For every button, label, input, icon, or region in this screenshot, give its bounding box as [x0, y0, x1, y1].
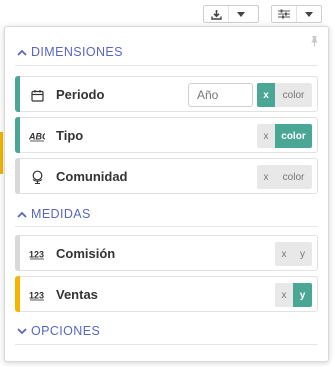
svg-text:123: 123	[29, 291, 44, 301]
dimension-card-periodo[interactable]: Periodo Año x color	[15, 76, 318, 112]
chevron-up-icon	[15, 45, 29, 59]
divider	[15, 344, 318, 345]
accent-bar	[15, 117, 20, 153]
axis-toggle: x y	[275, 242, 312, 266]
accent-bar	[15, 76, 20, 112]
x-toggle[interactable]: x	[275, 283, 293, 307]
axis-toggle: x color	[257, 124, 312, 148]
section-dimensiones[interactable]: DIMENSIONES	[15, 42, 123, 62]
number-icon: 123	[29, 246, 45, 262]
measure-card-comision[interactable]: 123 Comisión x y	[15, 235, 318, 271]
x-toggle[interactable]: x	[275, 242, 293, 266]
section-medidas[interactable]: MEDIDAS	[15, 204, 91, 224]
chevron-up-icon	[15, 207, 29, 221]
section-label: OPCIONES	[31, 324, 101, 338]
x-toggle[interactable]: x	[257, 165, 275, 189]
x-toggle[interactable]: x	[257, 124, 275, 148]
period-granularity-field[interactable]: Año	[188, 83, 253, 107]
pin-icon[interactable]	[308, 34, 320, 52]
field-label: Comisión	[56, 246, 116, 261]
field-label: Periodo	[56, 87, 105, 102]
measure-card-ventas[interactable]: 123 Ventas x y	[15, 276, 318, 312]
divider	[15, 65, 318, 66]
chevron-down-icon	[15, 324, 29, 338]
globe-icon	[29, 169, 45, 185]
section-opciones[interactable]: OPCIONES	[15, 321, 100, 341]
axis-toggle: x color	[257, 83, 312, 107]
field-label: Tipo	[56, 128, 84, 143]
axis-toggle: x color	[257, 165, 312, 189]
accent-bar	[15, 235, 20, 271]
abc-icon: ABC	[29, 128, 45, 144]
sliders-icon	[272, 6, 296, 22]
accent-bar	[15, 276, 20, 312]
section-label: MEDIDAS	[31, 207, 91, 221]
calendar-icon	[29, 87, 45, 103]
background-accent	[0, 132, 3, 174]
number-icon: 123	[29, 287, 45, 303]
download-icon	[204, 6, 228, 22]
divider	[15, 226, 318, 227]
section-label: DIMENSIONES	[31, 45, 123, 59]
field-label: Comunidad	[56, 169, 128, 184]
caret-down-icon[interactable]	[228, 6, 252, 22]
accent-bar	[15, 158, 20, 194]
color-toggle[interactable]: color	[275, 83, 312, 107]
svg-text:123: 123	[29, 250, 44, 260]
x-toggle[interactable]: x	[257, 83, 275, 107]
settings-button[interactable]	[271, 5, 322, 23]
download-button[interactable]	[203, 5, 259, 23]
dimension-card-comunidad[interactable]: Comunidad x color	[15, 158, 318, 194]
field-label: Ventas	[56, 287, 98, 302]
svg-text:ABC: ABC	[29, 132, 45, 142]
toolbar	[0, 0, 335, 28]
field-config-panel: DIMENSIONES Periodo Año x color ABC Tipo…	[4, 26, 329, 362]
y-toggle[interactable]: y	[293, 242, 312, 266]
y-toggle[interactable]: y	[293, 283, 312, 307]
caret-down-icon[interactable]	[296, 6, 320, 22]
axis-toggle: x y	[275, 283, 312, 307]
dimension-card-tipo[interactable]: ABC Tipo x color	[15, 117, 318, 153]
color-toggle[interactable]: color	[275, 124, 312, 148]
color-toggle[interactable]: color	[275, 165, 312, 189]
